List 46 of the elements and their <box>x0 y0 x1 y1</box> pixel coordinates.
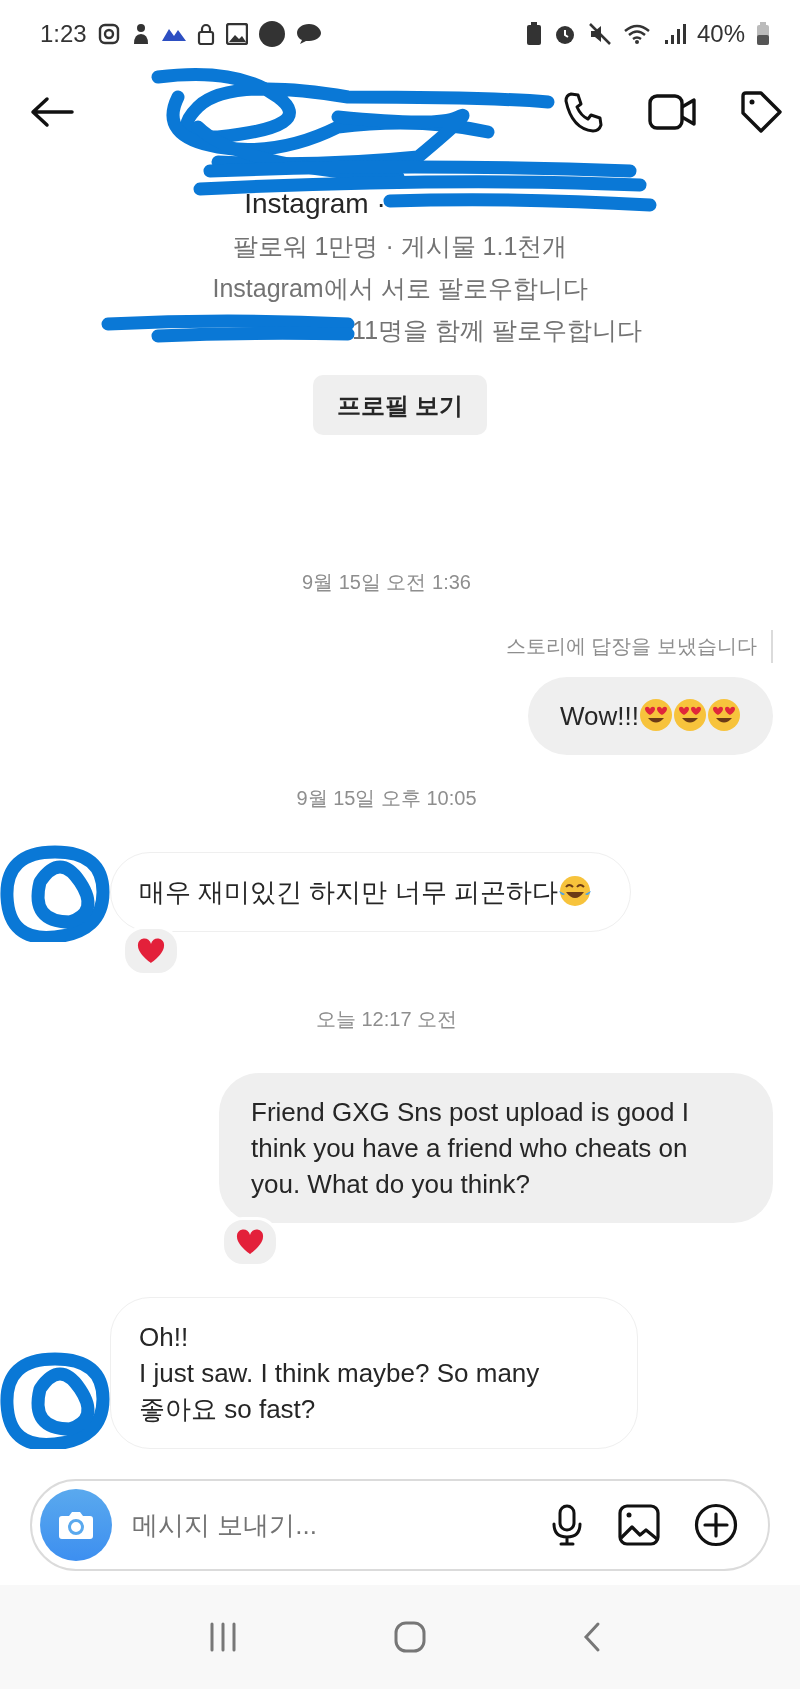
battery-charging-icon <box>756 21 770 46</box>
gallery-icon[interactable] <box>618 1504 660 1547</box>
back-icon[interactable] <box>582 1621 602 1654</box>
heart-icon <box>137 938 165 965</box>
phone-icon[interactable] <box>562 91 604 134</box>
heart-eyes-emoji-icon <box>707 698 741 733</box>
camera-app-icon <box>97 22 120 45</box>
timestamp: 오늘 12:17 오전 <box>315 1008 458 1031</box>
circle-badge-icon <box>258 20 285 47</box>
profile-subtitle: Instagram · <box>244 188 386 220</box>
microphone-icon[interactable] <box>550 1504 584 1547</box>
message-text: Oh!! I just saw. I think maybe? So many 좋아요 so fast? <box>139 1322 541 1425</box>
tag-icon[interactable] <box>740 91 782 134</box>
message-input-field[interactable]: 메시지 보내기... <box>130 1508 550 1542</box>
recent-apps-icon[interactable] <box>208 1622 238 1653</box>
heart-icon <box>236 1229 264 1256</box>
signal-icon <box>663 22 686 45</box>
mutual-followers: 11명을 함께 팔로우합니다 <box>352 315 642 347</box>
battery-saver-icon <box>525 21 542 46</box>
clock-time: 1:23 <box>40 19 87 48</box>
camera-icon <box>58 1510 94 1541</box>
lock-icon <box>196 22 215 45</box>
message-text: 매우 재미있긴 하지만 너무 피곤하다 <box>139 877 558 908</box>
video-camera-icon[interactable] <box>648 93 696 132</box>
message-bubble[interactable]: Wow!!! <box>528 677 773 756</box>
image-icon <box>225 22 248 45</box>
heart-eyes-emoji-icon <box>639 698 673 733</box>
mute-icon <box>587 21 612 46</box>
story-reply-note: 스토리에 답장을 보냈습니다 <box>505 630 773 664</box>
timestamp: 9월 15일 오후 10:05 <box>296 787 477 810</box>
back-arrow-icon[interactable] <box>30 96 74 129</box>
message-bubble[interactable]: Friend GXG Sns post upload is good I think you have a friend who cheats on you. What do you think? <box>219 1073 773 1224</box>
heart-eyes-emoji-icon <box>673 698 707 733</box>
view-profile-button[interactable]: 프로필 보기 <box>312 375 488 436</box>
profile-info: 팔로워 1만명 · 게시물 1.1천개 <box>232 232 568 261</box>
chat-bubble-icon <box>295 22 322 45</box>
message-text: Wow!!! <box>560 701 639 732</box>
timestamp: 9월 15일 오전 1:36 <box>302 571 471 594</box>
camera-button[interactable] <box>40 1489 112 1562</box>
profile-info: Instagram에서 서로 팔로우합니다 <box>212 274 588 303</box>
message-bubble[interactable]: Oh!! I just saw. I think maybe? So many 좋아요 so fast? <box>110 1297 638 1450</box>
plus-circle-icon[interactable] <box>694 1503 738 1548</box>
home-icon[interactable] <box>394 1621 426 1654</box>
battery-percent: 40% <box>696 19 745 48</box>
tears-of-joy-emoji-icon <box>557 874 592 909</box>
message-text: Friend GXG Sns post upload is good I think you have a friend who cheats on you. What do you think? <box>251 1097 690 1200</box>
